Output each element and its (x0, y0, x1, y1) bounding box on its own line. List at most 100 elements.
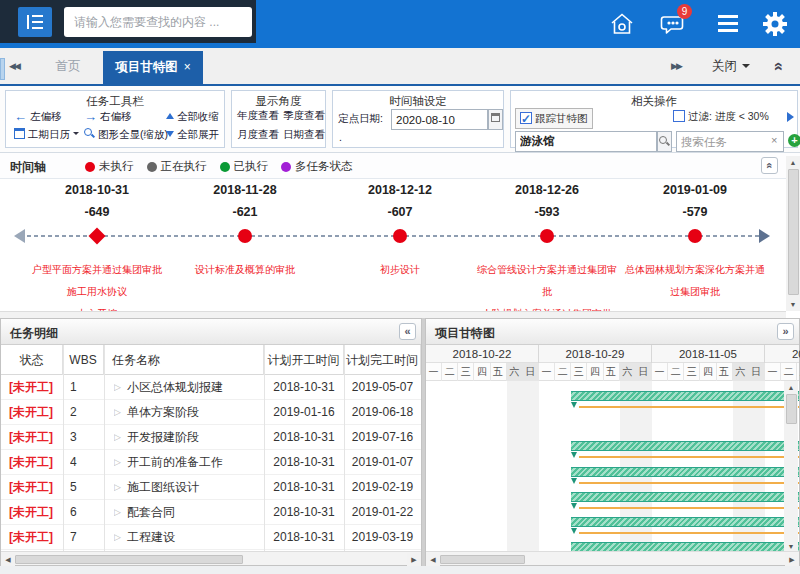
timeline-milestone-dot[interactable] (238, 229, 252, 243)
collapse-all-button[interactable]: 全部收缩 (166, 109, 219, 124)
task-detail-header: 任务明细 « (1, 319, 421, 345)
collapse-header-icon[interactable]: « (770, 62, 788, 70)
clear-search-icon[interactable]: × (771, 134, 777, 146)
task-name: ▷单体方案阶段 (114, 400, 264, 425)
task-table-body: [未开工] 1 ▷ 小区总体规划报建 2018-10-31 2019-05-07 [未开工]… (1, 375, 421, 553)
keyword-search-button[interactable] (657, 131, 672, 152)
gantt-task-bar[interactable] (571, 492, 799, 502)
gantt-baseline (579, 406, 799, 408)
tab-close-icon[interactable]: × (184, 60, 191, 74)
close-tabs-dropdown[interactable]: 关闭 (712, 48, 750, 84)
add-icon[interactable]: + (788, 134, 800, 147)
task-table-hscrollbar[interactable]: ◀ ▶ (1, 551, 421, 565)
gantt-vertical-scrollbar[interactable]: ▲ ▼ (784, 381, 798, 553)
gantt-panel-title: 项目甘特图 (435, 325, 495, 342)
zoom-fit-button[interactable]: 图形全显(缩放) (84, 128, 168, 142)
timeline-arrow-left-icon[interactable] (7, 229, 25, 243)
tab-home[interactable]: 首页 (38, 48, 98, 84)
timeline-milestone-dot[interactable] (540, 229, 554, 243)
home-icon[interactable] (607, 9, 637, 39)
timeline-node-date: 2018-12-12 (340, 183, 460, 197)
gantt-day-label: 日 (636, 363, 652, 381)
progress-filter-checkbox[interactable]: 过滤: 进度 < 30% (673, 110, 769, 124)
task-wbs: 4 (70, 450, 100, 475)
task-finish-date: 2019-06-18 (344, 400, 421, 425)
anchor-date-input[interactable] (391, 109, 488, 130)
task-name: ▷ 小区总体规划报建 (114, 375, 264, 400)
task-toolbar-group: 任务工具栏 ← 左偏移 → 右偏移 全部收缩 工期日历 图形全显(缩放) 全部展… (5, 90, 225, 148)
gantt-task-bar[interactable] (571, 441, 799, 451)
gantt-task-bar[interactable] (571, 467, 799, 477)
task-finish-date: 2019-02-19 (344, 475, 421, 500)
view-angle-group: 显示角度 年度查看 季度查看 月度查看 日期查看 (231, 90, 326, 148)
checkbox-checked-icon[interactable] (520, 112, 532, 124)
track-gantt-toggle[interactable]: 跟踪甘特图 (515, 108, 593, 129)
timeline-milestone-diamond[interactable] (89, 228, 106, 245)
task-wbs: 2 (70, 400, 100, 425)
timeline-collapse-button[interactable]: « (761, 157, 778, 174)
apps-menu-icon[interactable] (714, 15, 744, 45)
task-finish-date: 2019-05-07 (344, 375, 421, 400)
arrow-left-icon: ← (14, 109, 27, 124)
gantt-progress-notch-icon (571, 478, 577, 487)
sidebar-toggle-button[interactable] (18, 7, 52, 37)
arrow-right-icon[interactable] (787, 112, 799, 122)
panel-collapse-left-button[interactable]: « (399, 323, 416, 340)
dot-label: . (339, 131, 342, 143)
gantt-baseline (579, 456, 799, 458)
timeline-milestone-dot[interactable] (393, 229, 407, 243)
timeline-node-labels: 设计标准及概算的审批 (175, 259, 315, 281)
table-row[interactable]: [未开工]3▷开发报建阶段2018-10-312019-07-16 (1, 425, 421, 450)
expand-triangle-icon[interactable]: ▷ (114, 457, 121, 467)
table-row[interactable]: [未开工]5▷施工图纸设计2018-10-312019-02-19 (1, 475, 421, 500)
task-start-date: 2018-10-31 (264, 475, 344, 500)
expand-triangle-icon[interactable]: ▷ (114, 532, 121, 542)
timeline-arrow-right-icon[interactable] (759, 229, 777, 243)
table-row[interactable]: [未开工]4▷开工前的准备工作2018-10-312019-01-07 (1, 450, 421, 475)
expand-all-button[interactable]: 全部展开 (166, 128, 219, 142)
gantt-task-bar[interactable] (571, 391, 799, 401)
settings-gear-icon[interactable] (760, 9, 790, 39)
table-row[interactable]: [未开工]2▷单体方案阶段2019-01-162019-06-18 (1, 400, 421, 425)
task-start-date: 2018-10-31 (264, 500, 344, 525)
timeline-node-offset: -621 (185, 205, 305, 219)
expand-triangle-icon[interactable]: ▷ (114, 432, 121, 442)
quarter-view-button[interactable]: 季度查看 (283, 109, 325, 123)
bottom-section: 任务明细 « 状态WBS任务名称计划开工时间计划完工时间 [未开工]1▷小区总体… (0, 318, 800, 566)
task-status: [未开工] (9, 525, 63, 550)
panel-expand-right-button[interactable]: » (777, 323, 794, 340)
legend-item: 正在执行 (147, 159, 207, 174)
timeline-body: 2018-10-31-649户型平面方案并通过集团审批施工用水协议土方开挖201… (0, 179, 786, 311)
gantt-horizontal-scrollbar[interactable]: ◀ ▶ (426, 551, 799, 565)
year-view-button[interactable]: 年度查看 (237, 109, 279, 123)
table-row[interactable]: [未开工]7▷工程建设2018-10-312019-03-19 (1, 525, 421, 550)
tab-gantt-active[interactable]: 项目甘特图× (103, 51, 203, 84)
gantt-day-label: 三 (684, 363, 700, 381)
tabs-scroll-right-icon[interactable]: ▶▶ (671, 61, 681, 71)
timeline-vertical-scrollbar[interactable]: ▲ ▼ (786, 156, 800, 311)
gantt-task-bar[interactable] (571, 517, 799, 527)
expand-triangle-icon[interactable]: ▷ (114, 407, 121, 417)
date-picker-button[interactable] (488, 109, 503, 130)
messages-icon[interactable]: 9 (660, 9, 690, 39)
tabs-scroll-left-icon[interactable]: ◀◀ (9, 61, 19, 71)
checkbox-icon[interactable] (673, 110, 685, 122)
timeline-milestone-dot[interactable] (688, 229, 702, 243)
expand-triangle-icon[interactable]: ▷ (114, 482, 121, 492)
month-view-button[interactable]: 月度查看 (237, 128, 279, 142)
schedule-calendar-button[interactable]: 工期日历 (14, 128, 79, 142)
table-row[interactable]: [未开工]1▷小区总体规划报建2018-10-312019-05-07 (1, 375, 421, 400)
task-wbs: 1 (70, 375, 100, 400)
move-right-button[interactable]: → 右偏移 (84, 109, 131, 124)
expand-triangle-icon[interactable]: ▷ (114, 382, 121, 392)
gantt-progress-notch-icon (571, 528, 577, 537)
global-search-input[interactable] (64, 7, 252, 37)
task-search-input[interactable] (676, 131, 784, 152)
table-row[interactable]: [未开工]6▷配套合同2018-10-312019-01-22 (1, 500, 421, 525)
move-left-button[interactable]: ← 左偏移 (14, 109, 61, 124)
day-view-button[interactable]: 日期查看 (283, 128, 325, 142)
keyword-input[interactable] (515, 131, 657, 152)
task-status: [未开工] (9, 475, 63, 500)
task-name-label: 小区总体规划报建 (127, 380, 223, 394)
expand-triangle-icon[interactable]: ▷ (114, 507, 121, 517)
